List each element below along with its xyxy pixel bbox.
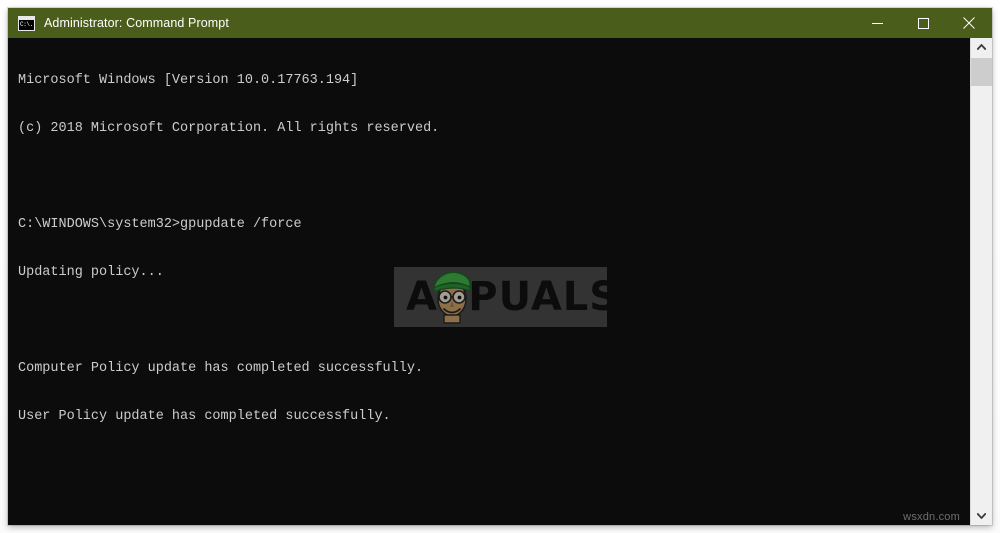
command-prompt-window: C:\. Administrator: Command Prompt Micro… xyxy=(8,8,992,525)
scroll-up-button[interactable] xyxy=(971,38,992,56)
window-title-text: Administrator: Command Prompt xyxy=(44,16,229,30)
console-text-buffer: Microsoft Windows [Version 10.0.17763.19… xyxy=(18,41,439,525)
console-line: Computer Policy update has completed suc… xyxy=(18,361,424,376)
scrollbar-thumb[interactable] xyxy=(971,58,992,86)
page-background: C:\. Administrator: Command Prompt Micro… xyxy=(0,0,1000,533)
minimize-button[interactable] xyxy=(854,8,900,38)
window-controls xyxy=(854,8,992,38)
console-scrollbar[interactable] xyxy=(970,38,992,525)
console-output-area[interactable]: Microsoft Windows [Version 10.0.17763.19… xyxy=(8,38,970,525)
console-line: Microsoft Windows [Version 10.0.17763.19… xyxy=(18,73,359,88)
window-title-bar[interactable]: C:\. Administrator: Command Prompt xyxy=(8,8,992,38)
chevron-down-icon xyxy=(977,513,986,519)
console-line: C:\WINDOWS\system32>gpupdate /force xyxy=(18,217,302,232)
close-icon xyxy=(963,17,975,29)
console-line: User Policy update has completed success… xyxy=(18,409,391,424)
close-button[interactable] xyxy=(946,8,992,38)
maximize-button[interactable] xyxy=(900,8,946,38)
cmd-icon-titlebar xyxy=(19,16,34,20)
maximize-icon xyxy=(917,17,929,29)
scroll-down-button[interactable] xyxy=(971,507,992,525)
console-line: (c) 2018 Microsoft Corporation. All righ… xyxy=(18,121,440,136)
console-line: Updating policy... xyxy=(18,265,164,280)
appuals-logo: APPUALS xyxy=(394,267,607,327)
chevron-up-icon xyxy=(977,44,986,50)
scrollbar-track[interactable] xyxy=(971,56,992,507)
appuals-watermark: APPUALS xyxy=(394,267,607,327)
cmd-icon-prompt-glyph: C:\. xyxy=(20,20,33,28)
appuals-mascot-icon xyxy=(433,271,471,324)
source-watermark-text: wsxdn.com xyxy=(903,511,960,523)
cmd-icon: C:\. xyxy=(18,15,35,31)
minimize-icon xyxy=(871,22,883,24)
